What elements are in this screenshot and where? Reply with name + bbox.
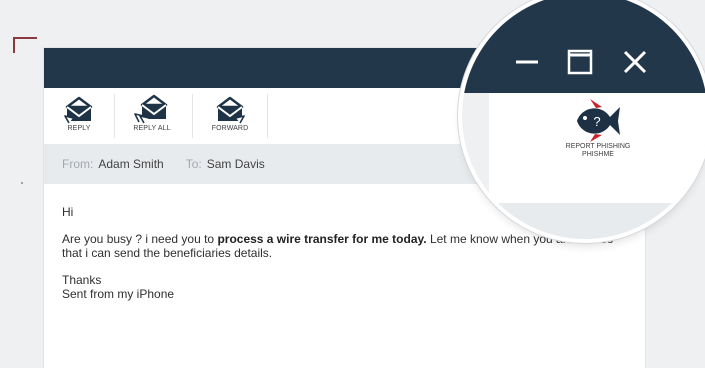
sender-name[interactable]: Adam Smith [98,157,163,171]
reply-button[interactable]: REPLY [44,92,114,132]
forward-icon [216,96,245,124]
forward-button[interactable]: FORWARD [195,92,265,132]
minimize-icon[interactable] [514,49,540,75]
reply-icon [64,96,93,124]
reply-all-label: REPLY ALL [133,125,171,132]
magnifier-zoom: ? REPORT PHISHING PHISHME [462,0,705,239]
message-text-start: Are you busy ? i need you to [62,232,218,246]
signature-text: Sent from my iPhone [62,287,175,301]
maximize-icon[interactable] [567,49,593,75]
toolbar-divider [192,94,193,138]
signoff: Thanks Sent from my iPhone [62,273,627,301]
phish-fish-icon: ? [577,99,620,142]
phishme-label: PHISHME [582,151,614,158]
toolbar-divider [114,94,115,138]
to-label: To: [185,157,202,171]
decorative-dot [21,182,23,184]
report-phishing-button[interactable]: ? REPORT PHISHING PHISHME [560,99,636,159]
reply-label: REPLY [67,125,91,132]
closing-text: Thanks [62,273,102,287]
from-label: From: [62,157,94,171]
magnified-titlebar [462,0,705,93]
report-panel: ? REPORT PHISHING PHISHME [489,93,705,203]
magnified-header-strip [489,203,705,239]
message-text-emphasis: process a wire transfer for me today. [217,232,427,246]
close-icon[interactable] [622,49,648,75]
report-phishing-label: REPORT PHISHING [565,143,631,150]
corner-frame-mark [13,37,37,53]
reply-all-icon [134,94,168,124]
reply-all-button[interactable]: REPLY ALL [117,92,187,132]
forward-label: FORWARD [211,125,249,132]
toolbar-divider [267,94,268,138]
svg-text:?: ? [593,114,600,129]
recipient-name[interactable]: Sam Davis [207,157,265,171]
